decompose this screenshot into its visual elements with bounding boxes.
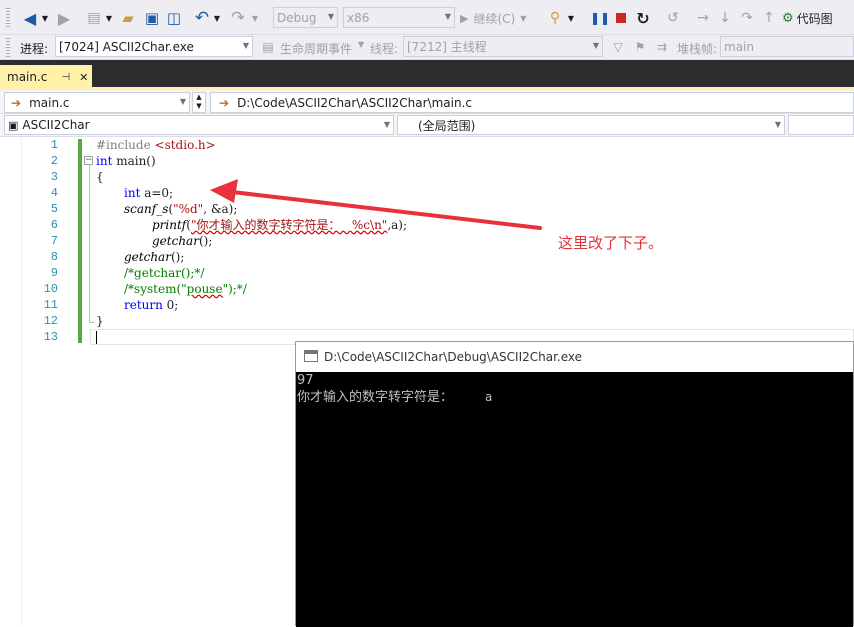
console-text: 你才输入的数字转字符是： [297, 390, 454, 405]
console-app-icon [304, 350, 318, 362]
console-title-bar[interactable]: D:\Code\ASCII2Char\Debug\ASCII2Char.exe [296, 342, 853, 372]
console-line: 你才输入的数字转字符是： a [297, 389, 853, 406]
annotation-arrow-shaft [230, 190, 542, 230]
console-output[interactable]: 97 你才输入的数字转字符是： a [296, 372, 853, 627]
console-title: D:\Code\ASCII2Char\Debug\ASCII2Char.exe [324, 350, 583, 364]
annotation-text: 这里改了下子。 [558, 234, 664, 252]
annotation-arrowhead [210, 179, 238, 203]
console-char: a [485, 390, 493, 404]
console-window[interactable]: D:\Code\ASCII2Char\Debug\ASCII2Char.exe … [295, 341, 854, 627]
console-line: 97 [297, 373, 314, 388]
